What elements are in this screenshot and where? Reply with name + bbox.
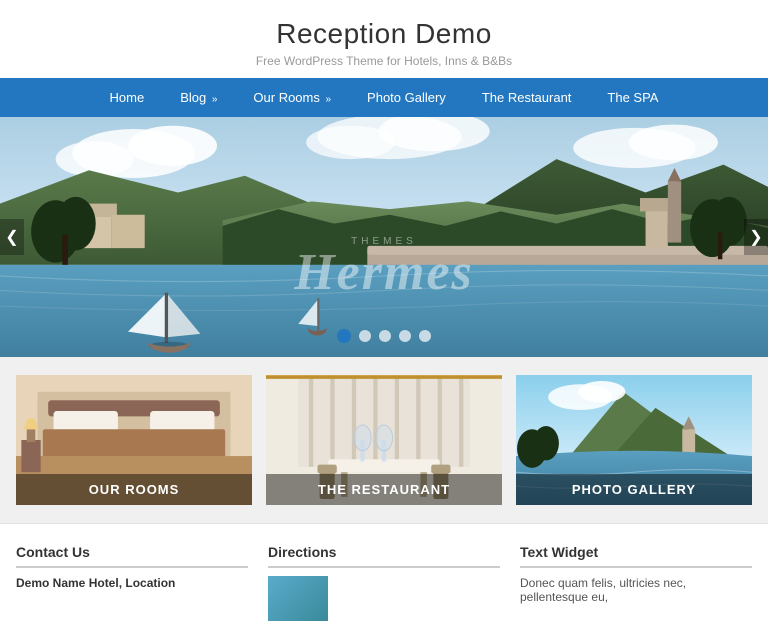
nav-item-rooms[interactable]: Our Rooms » — [235, 78, 349, 117]
widget-directions: Directions — [268, 544, 500, 621]
directions-map-image — [268, 576, 328, 621]
nav-item-home[interactable]: Home — [92, 78, 163, 117]
feature-box-gallery[interactable]: PHOTO GALLERY — [516, 375, 752, 505]
main-nav: Home Blog » Our Rooms » Photo Gallery Th… — [0, 78, 768, 117]
nav-link-home[interactable]: Home — [92, 78, 163, 117]
widget-text-title: Text Widget — [520, 544, 752, 568]
nav-arrow-rooms: » — [325, 94, 331, 105]
nav-arrow-blog: » — [212, 94, 218, 105]
chevron-left-icon: ❮ — [5, 227, 18, 247]
restaurant-label: THE RESTAURANT — [266, 474, 502, 505]
nav-link-rooms[interactable]: Our Rooms » — [235, 78, 349, 117]
nav-item-restaurant[interactable]: The Restaurant — [464, 78, 590, 117]
slider-dot-2[interactable] — [359, 330, 371, 342]
widget-contact-content: Demo Name Hotel, Location — [16, 576, 248, 590]
nav-list: Home Blog » Our Rooms » Photo Gallery Th… — [92, 78, 677, 117]
footer-widgets: Contact Us Demo Name Hotel, Location Dir… — [0, 523, 768, 631]
nav-item-spa[interactable]: The SPA — [589, 78, 676, 117]
widget-directions-content — [268, 576, 500, 621]
feature-boxes: OUR ROOMS — [0, 357, 768, 523]
nav-item-gallery[interactable]: Photo Gallery — [349, 78, 464, 117]
nav-item-blog[interactable]: Blog » — [162, 78, 235, 117]
page-wrapper: Reception Demo Free WordPress Theme for … — [0, 0, 768, 631]
widget-directions-title: Directions — [268, 544, 500, 568]
widget-text: Text Widget Donec quam felis, ultricies … — [520, 544, 752, 621]
slider-prev-button[interactable]: ❮ — [0, 219, 24, 255]
nav-link-spa[interactable]: The SPA — [589, 78, 676, 117]
slider-dot-5[interactable] — [419, 330, 431, 342]
site-title: Reception Demo — [0, 18, 768, 50]
widget-text-content: Donec quam felis, ultricies nec, pellent… — [520, 576, 752, 604]
slider-dot-4[interactable] — [399, 330, 411, 342]
slider-dot-1[interactable] — [337, 329, 351, 343]
slider-dots — [337, 329, 431, 343]
feature-box-rooms[interactable]: OUR ROOMS — [16, 375, 252, 505]
widget-contact-title: Contact Us — [16, 544, 248, 568]
hero-svg — [0, 117, 768, 357]
gallery-label: PHOTO GALLERY — [516, 474, 752, 505]
feature-box-restaurant[interactable]: THE RESTAURANT — [266, 375, 502, 505]
slider-next-button[interactable]: ❯ — [744, 219, 768, 255]
site-subtitle: Free WordPress Theme for Hotels, Inns & … — [0, 54, 768, 68]
nav-link-blog[interactable]: Blog » — [162, 78, 235, 117]
nav-link-restaurant[interactable]: The Restaurant — [464, 78, 590, 117]
site-header: Reception Demo Free WordPress Theme for … — [0, 0, 768, 78]
chevron-right-icon: ❯ — [749, 227, 762, 247]
hero-slider: THEMES Hermes ❮ ❯ — [0, 117, 768, 357]
hero-scene: THEMES Hermes ❮ ❯ — [0, 117, 768, 357]
widget-contact-text: Demo Name Hotel, Location — [16, 576, 248, 590]
widget-contact: Contact Us Demo Name Hotel, Location — [16, 544, 248, 621]
rooms-label: OUR ROOMS — [16, 474, 252, 505]
nav-link-gallery[interactable]: Photo Gallery — [349, 78, 464, 117]
slider-dot-3[interactable] — [379, 330, 391, 342]
